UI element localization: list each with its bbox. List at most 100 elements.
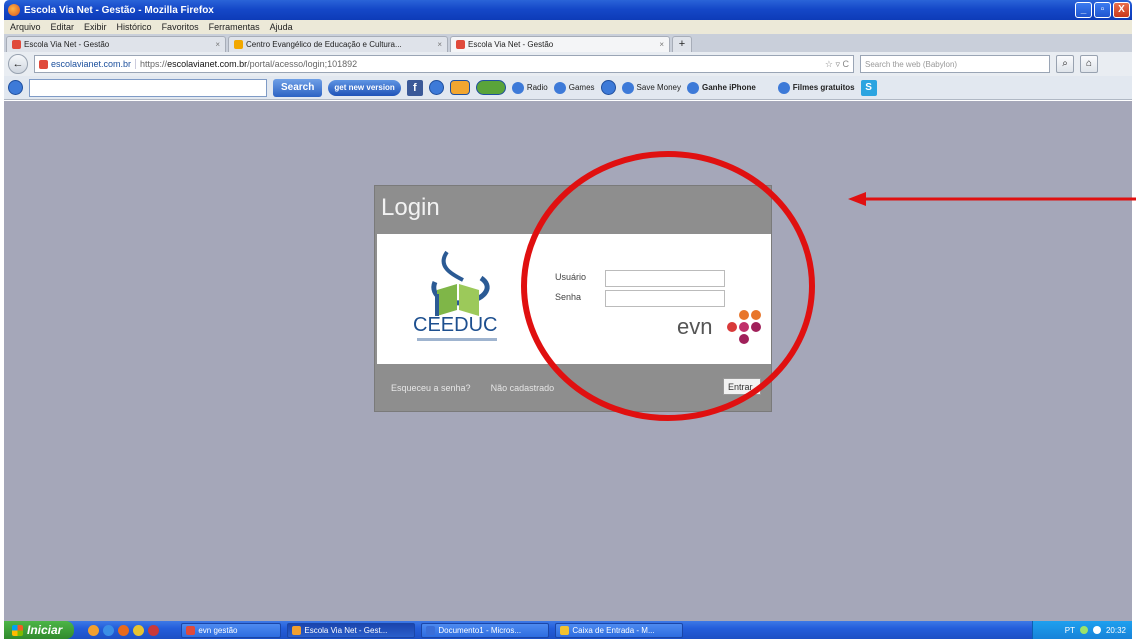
search-icon[interactable]: ⌕ <box>1056 55 1074 73</box>
menu-arquivo[interactable]: Arquivo <box>10 22 41 32</box>
minimize-button[interactable]: _ <box>1075 2 1092 18</box>
tab-escola-1[interactable]: Escola Via Net - Gestão × <box>6 36 226 52</box>
favicon-icon <box>456 40 465 49</box>
menu-historico[interactable]: Histórico <box>117 22 152 32</box>
page-content: Login CEEDUC Usuário Senha evn Esqueceu … <box>4 101 1132 621</box>
menu-exibir[interactable]: Exibir <box>84 22 107 32</box>
taskbar: Iniciar evn gestão Escola Via Net - Gest… <box>4 621 1132 639</box>
web-search-input[interactable]: Search the web (Babylon) <box>860 55 1050 73</box>
forgot-password-link[interactable]: Esqueceu a senha? <box>391 383 471 393</box>
weather-icon[interactable] <box>449 80 470 95</box>
skype-icon[interactable]: S <box>860 79 877 96</box>
tab-bar: Escola Via Net - Gestão × Centro Evangél… <box>4 34 1132 52</box>
ganhe-iphone-button[interactable]: Ganhe iPhone <box>687 81 756 94</box>
radio-label: Radio <box>526 83 548 92</box>
task-label: evn gestão <box>198 625 238 635</box>
url-protocol: https:// <box>140 59 168 69</box>
radio-icon <box>511 81 524 94</box>
username-label: Usuário <box>555 272 587 282</box>
filmes-icon <box>777 81 790 94</box>
password-field[interactable] <box>605 290 725 307</box>
home-button[interactable]: ⌂ <box>1080 55 1098 73</box>
games-icon <box>553 81 566 94</box>
ceeduc-logo-text: CEEDUC <box>413 314 498 336</box>
tab-label: Centro Evangélico de Educação e Cultura.… <box>246 40 402 49</box>
taskbar-item-active[interactable]: Escola Via Net - Gest... <box>287 622 416 638</box>
login-button[interactable]: Entrar <box>723 378 761 395</box>
quick-launch-icon[interactable] <box>88 624 100 636</box>
clock-icon[interactable] <box>428 80 444 95</box>
username-field[interactable] <box>605 270 725 287</box>
taskbar-item[interactable]: evn gestão <box>181 622 282 638</box>
menu-bar: Arquivo Editar Exibir Histórico Favorito… <box>4 20 1132 34</box>
tab-ceeduc[interactable]: Centro Evangélico de Educação e Cultura.… <box>228 36 448 52</box>
window-titlebar: Escola Via Net - Gestão - Mozilla Firefo… <box>4 0 1132 20</box>
new-tab-button[interactable]: + <box>672 36 692 52</box>
ie-icon[interactable] <box>103 624 115 636</box>
taskbar-item[interactable]: Documento1 - Micros... <box>421 622 550 638</box>
menu-ferramentas[interactable]: Ferramentas <box>209 22 260 32</box>
window-controls: _ ▫ X <box>1075 2 1130 18</box>
app-icon[interactable] <box>148 624 160 636</box>
search-placeholder: Search the web (Babylon) <box>865 59 958 69</box>
ceeduc-tagline <box>417 338 497 341</box>
window-title: Escola Via Net - Gestão - Mozilla Firefo… <box>24 4 214 16</box>
task-icon <box>186 625 196 635</box>
tab-close-icon[interactable]: × <box>659 40 664 49</box>
favicon-icon <box>12 40 21 49</box>
register-link[interactable]: Não cadastrado <box>491 383 555 393</box>
tab-close-icon[interactable]: × <box>437 40 442 49</box>
menu-editar[interactable]: Editar <box>51 22 75 32</box>
iphone-icon <box>687 81 699 94</box>
toolbar-search-button[interactable]: Search <box>273 78 323 97</box>
start-label: Iniciar <box>27 623 63 637</box>
save-money-button[interactable]: Save Money <box>621 81 681 94</box>
get-new-version-button[interactable]: get new version <box>328 79 401 96</box>
toolbar-search-input[interactable] <box>29 78 267 97</box>
site-identity[interactable]: escolavianet.com.br <box>51 59 137 69</box>
url-path: /portal/acesso/login;101892 <box>247 59 358 69</box>
task-label: Caixa de Entrada - M... <box>572 625 655 635</box>
firefox-quick-icon[interactable] <box>118 624 130 636</box>
site-favicon-icon <box>39 59 48 69</box>
green-badge-icon[interactable] <box>475 80 506 95</box>
task-label: Documento1 - Micros... <box>438 625 522 635</box>
language-indicator[interactable]: PT <box>1065 626 1075 635</box>
tab-escola-active[interactable]: Escola Via Net - Gestão × <box>450 36 670 52</box>
facebook-icon[interactable]: f <box>406 79 423 96</box>
task-label: Escola Via Net - Gest... <box>304 625 388 635</box>
system-tray: PT 20:32 <box>1032 621 1132 639</box>
network-icon[interactable] <box>1079 626 1088 634</box>
bookmark-star-icon[interactable]: ☆ ▿ C <box>825 59 849 70</box>
babylon-logo-icon[interactable] <box>8 80 23 95</box>
start-button[interactable]: Iniciar <box>4 621 75 639</box>
save-money-label: Save Money <box>636 83 681 92</box>
menu-favoritos[interactable]: Favoritos <box>162 22 199 32</box>
filmes-gratuitos-button[interactable]: Filmes gratuitos <box>777 81 855 94</box>
firefox-icon <box>8 4 20 16</box>
task-icon <box>426 625 436 635</box>
close-window-button[interactable]: X <box>1113 2 1130 18</box>
url-bar[interactable]: escolavianet.com.br https:// escolaviane… <box>34 55 854 73</box>
save-money-icon <box>621 81 634 94</box>
menu-ajuda[interactable]: Ajuda <box>270 22 293 32</box>
clock: 20:32 <box>1105 625 1126 635</box>
back-button[interactable]: ← <box>8 54 28 74</box>
maximize-button[interactable]: ▫ <box>1094 2 1111 18</box>
games-button[interactable]: Games <box>553 81 595 94</box>
tab-label: Escola Via Net - Gestão <box>24 40 110 49</box>
url-host: escolavianet.com.br <box>167 59 248 69</box>
radio-button[interactable]: Radio <box>511 81 548 94</box>
login-form: CEEDUC Usuário Senha evn <box>377 234 771 364</box>
windows-flag-icon <box>12 624 23 636</box>
volume-icon[interactable] <box>1092 626 1101 634</box>
filmes-gratuitos-label: Filmes gratuitos <box>792 83 855 92</box>
tab-label: Escola Via Net - Gestão <box>468 40 554 49</box>
games-label: Games <box>568 83 595 92</box>
globe-icon[interactable] <box>600 80 616 95</box>
login-panel: Login CEEDUC Usuário Senha evn Esqueceu … <box>374 185 772 412</box>
evn-logo-icon <box>727 310 769 356</box>
tab-close-icon[interactable]: × <box>215 40 220 49</box>
taskbar-item[interactable]: Caixa de Entrada - M... <box>555 622 684 638</box>
folder-icon[interactable] <box>133 624 145 636</box>
